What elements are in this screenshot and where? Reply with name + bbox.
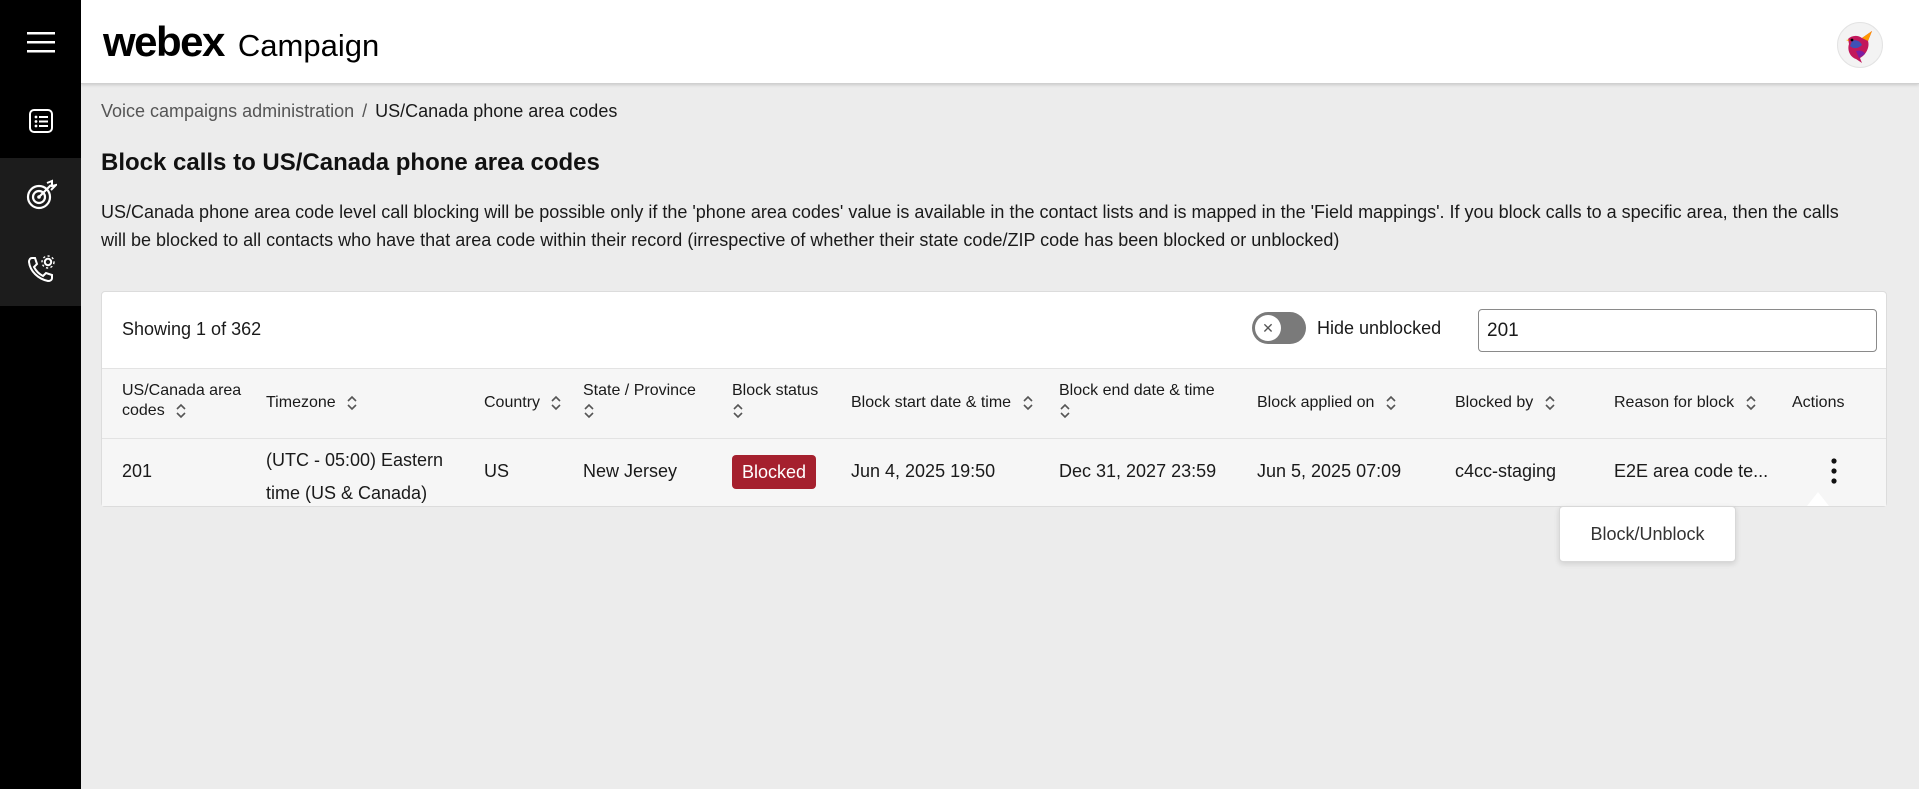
phone-settings-icon — [27, 255, 55, 283]
brand: webex Campaign — [103, 18, 379, 66]
sort-icon[interactable] — [1745, 395, 1757, 411]
hide-unblocked-toggle-wrap: ✕ Hide unblocked — [1252, 312, 1441, 344]
row-actions-button[interactable] — [1814, 451, 1854, 491]
sort-icon[interactable] — [1059, 403, 1071, 419]
list-icon — [28, 109, 53, 133]
cell-reason: E2E area code te... — [1614, 461, 1769, 481]
column-header-label: Timezone — [266, 394, 336, 411]
table-row: 201 (UTC - 05:00) Eastern time (US & Can… — [102, 439, 1886, 506]
product-name: Campaign — [237, 27, 380, 63]
sidebar-item-campaign-targets[interactable] — [0, 158, 81, 232]
app-header: webex Campaign — [81, 0, 1919, 84]
bird-avatar-icon — [1846, 31, 1872, 63]
hamburger-menu-icon — [26, 32, 55, 53]
sort-icon[interactable] — [1385, 395, 1397, 411]
column-header-label: Country — [484, 394, 541, 411]
brand-logo: webex — [103, 17, 225, 65]
cell-timezone: (UTC - 05:00) Eastern time (US & Canada) — [266, 444, 443, 510]
column-header-actions: Actions — [1792, 393, 1844, 413]
column-header-label: Actions — [1792, 394, 1845, 411]
column-header-country[interactable]: Country — [484, 393, 562, 413]
sort-icon[interactable] — [1544, 395, 1556, 411]
search-input[interactable] — [1478, 309, 1877, 352]
status-badge: Blocked — [732, 455, 817, 489]
sort-icon[interactable] — [175, 403, 187, 419]
target-icon — [26, 179, 57, 210]
sort-icon[interactable] — [550, 395, 562, 411]
column-header-state[interactable]: State / Province — [583, 381, 696, 421]
column-header-label: US/Canada area — [122, 382, 242, 399]
column-header-block-applied[interactable]: Block applied on — [1257, 393, 1397, 413]
more-vertical-icon — [1831, 458, 1837, 484]
hamburger-menu-button[interactable] — [0, 0, 81, 84]
cell-block-end: Dec 31, 2027 23:59 — [1059, 461, 1217, 481]
column-header-label: Reason for block — [1614, 394, 1735, 411]
sidebar — [0, 0, 81, 789]
column-header-reason[interactable]: Reason for block — [1614, 393, 1757, 413]
avatar[interactable] — [1837, 22, 1883, 68]
page-title: Block calls to US/Canada phone area code… — [101, 149, 600, 176]
result-count: Showing 1 of 362 — [122, 319, 262, 339]
sidebar-item-voice-settings[interactable] — [0, 232, 81, 306]
cell-block-applied: Jun 5, 2025 07:09 — [1257, 461, 1402, 481]
breadcrumb-voice-campaigns-link[interactable]: Voice campaigns administration — [101, 101, 354, 122]
column-header-label: Block applied on — [1257, 394, 1375, 411]
breadcrumb-current: US/Canada phone area codes — [375, 101, 618, 121]
column-header-block-status[interactable]: Block status — [732, 381, 818, 421]
toggle-off-x-icon: ✕ — [1255, 315, 1281, 341]
column-header-label: Block status — [732, 382, 819, 399]
column-header-label: codes — [122, 402, 165, 419]
cell-country: US — [484, 461, 510, 481]
column-header-blocked-by[interactable]: Blocked by — [1455, 393, 1556, 413]
cell-area-code: 201 — [122, 461, 153, 481]
column-header-block-start[interactable]: Block start date & time — [851, 393, 1034, 413]
column-header-label: Block start date & time — [851, 394, 1012, 411]
page-description: US/Canada phone area code level call blo… — [101, 202, 1839, 250]
table-toolbar: Showing 1 of 362 ✕ Hide unblocked — [102, 292, 1886, 369]
table-header: US/Canada area codes Timezone Country St… — [102, 369, 1886, 439]
column-header-label: Block end date & time — [1059, 382, 1215, 399]
popover-arrow — [1807, 492, 1829, 506]
breadcrumb: Voice campaigns administration / US/Cana… — [101, 101, 1887, 122]
column-header-area-code[interactable]: US/Canada area codes — [122, 381, 241, 421]
block-unblock-menu-item[interactable]: Block/Unblock — [1559, 506, 1736, 562]
sort-icon[interactable] — [732, 403, 744, 419]
sort-icon[interactable] — [583, 403, 595, 419]
column-header-timezone[interactable]: Timezone — [266, 393, 358, 413]
area-codes-table-card: Showing 1 of 362 ✕ Hide unblocked US/Can… — [101, 291, 1887, 507]
column-header-label: State / Province — [583, 382, 696, 399]
column-header-block-end[interactable]: Block end date & time — [1059, 381, 1215, 421]
cell-timezone-line: (UTC - 05:00) Eastern — [266, 450, 444, 470]
main-content: Voice campaigns administration / US/Cana… — [101, 84, 1887, 507]
toggle-label: Hide unblocked — [1317, 317, 1442, 338]
cell-timezone-line: time (US & Canada) — [266, 483, 428, 503]
cell-state: New Jersey — [583, 461, 678, 481]
breadcrumb-separator: / — [362, 101, 368, 121]
cell-blocked-by: c4cc-staging — [1455, 461, 1557, 481]
sort-icon[interactable] — [346, 395, 358, 411]
cell-block-start: Jun 4, 2025 19:50 — [851, 461, 996, 481]
sort-icon[interactable] — [1022, 395, 1034, 411]
hide-unblocked-toggle[interactable]: ✕ — [1252, 312, 1306, 344]
sidebar-item-campaigns-list[interactable] — [0, 84, 81, 158]
column-header-label: Blocked by — [1455, 394, 1534, 411]
